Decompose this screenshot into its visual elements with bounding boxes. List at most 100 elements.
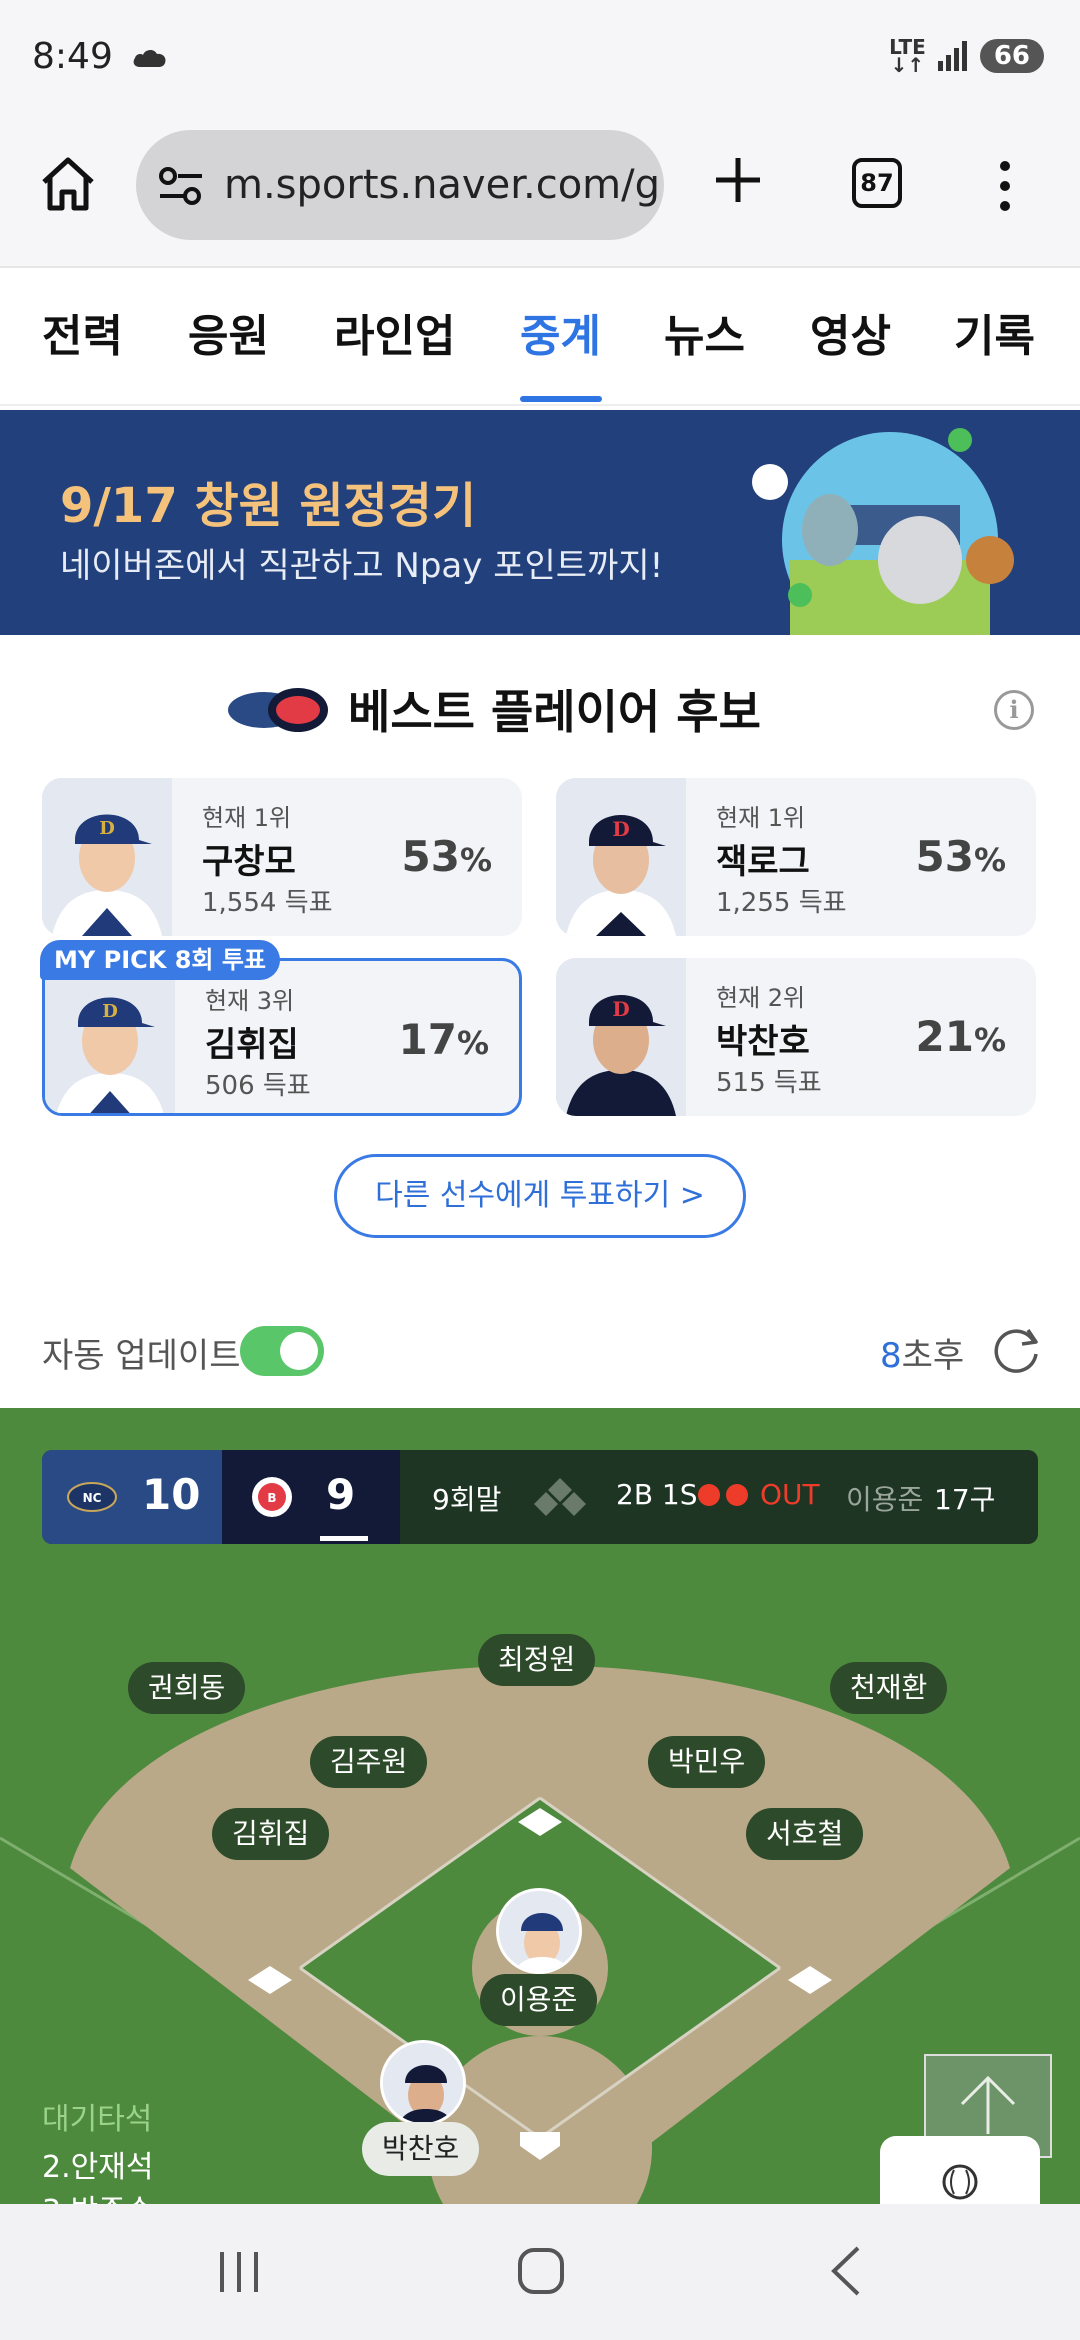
bears-logo: B bbox=[252, 1477, 292, 1517]
banner-title: 9/17 창원 원정경기 bbox=[60, 478, 477, 534]
player-vote-percent: 21% bbox=[915, 1012, 1006, 1061]
status-bar: 8:49 LTE ↓↑ 66 bbox=[0, 0, 1080, 120]
fielder-right[interactable]: 천재환 bbox=[830, 1662, 948, 1714]
tab-cheer[interactable]: 응원 bbox=[188, 300, 269, 364]
best-player-header: 베스트 플레이어 후보 i bbox=[0, 660, 1080, 750]
scoreboard: NC 10 B 9 9회말 2B 1S OUT 이용준 17구 bbox=[42, 1450, 1038, 1544]
bases-icon bbox=[534, 1478, 586, 1516]
player-vote-percent: 53% bbox=[915, 832, 1006, 881]
ball-strike-count: 2B 1S bbox=[616, 1478, 698, 1511]
fielder-left[interactable]: 권희동 bbox=[128, 1662, 246, 1714]
out-dot bbox=[698, 1484, 720, 1506]
fielder-first[interactable]: 서호철 bbox=[746, 1808, 864, 1860]
auto-update-label: 자동 업데이트 bbox=[42, 1336, 241, 1376]
home-icon[interactable] bbox=[38, 154, 98, 214]
back-icon[interactable] bbox=[826, 2244, 866, 2298]
promo-banner[interactable]: 9/17 창원 원정경기 네이버존에서 직관하고 Npay 포인트까지! bbox=[0, 410, 1080, 635]
pitcher-label[interactable]: 이용준 bbox=[480, 1974, 598, 2026]
player-votes: 515 득표 bbox=[716, 1068, 822, 1098]
player-rank: 현재 2위 bbox=[716, 984, 806, 1012]
signal-icon bbox=[937, 41, 967, 71]
system-nav-bar bbox=[0, 2204, 1080, 2340]
pitch-view-button[interactable] bbox=[880, 2136, 1040, 2206]
status-time: 8:49 bbox=[32, 36, 113, 77]
batter-label[interactable]: 박찬호 bbox=[362, 2122, 480, 2176]
toggle-knob bbox=[280, 1332, 318, 1370]
more-vert-icon[interactable] bbox=[990, 156, 1020, 216]
player-photo: D bbox=[556, 778, 686, 936]
refresh-countdown: 8초후 bbox=[880, 1336, 965, 1376]
on-deck-item: 3.박준순 bbox=[42, 2186, 153, 2204]
player-card[interactable]: D 현재 1위 구창모 1,554 득표 53% bbox=[42, 778, 522, 936]
svg-text:D: D bbox=[99, 818, 115, 839]
browser-toolbar: m.sports.naver.com/g 87 bbox=[0, 120, 1080, 268]
refresh-icon[interactable] bbox=[990, 1324, 1042, 1376]
player-vote-percent: 53% bbox=[401, 832, 492, 881]
tab-lineup-strength[interactable]: 전력 bbox=[42, 300, 123, 364]
player-photo: D bbox=[45, 961, 175, 1113]
home-score: 10 bbox=[142, 1470, 201, 1519]
svg-text:B: B bbox=[267, 1491, 276, 1505]
player-name: 구창모 bbox=[202, 842, 296, 882]
on-deck-item: 2.안재석 bbox=[42, 2150, 154, 2185]
on-deck-title: 대기타석 bbox=[42, 2102, 153, 2137]
player-name: 잭로그 bbox=[716, 842, 810, 882]
tab-broadcast[interactable]: 중계 bbox=[520, 300, 601, 364]
svg-text:D: D bbox=[612, 817, 629, 841]
out-label: OUT bbox=[760, 1478, 820, 1511]
info-icon[interactable]: i bbox=[994, 690, 1034, 730]
recent-apps-icon[interactable] bbox=[216, 2248, 262, 2296]
auto-update-row: 자동 업데이트 8초후 bbox=[0, 1310, 1080, 1390]
address-bar[interactable]: m.sports.naver.com/g bbox=[136, 130, 664, 240]
best-player-title: 베스트 플레이어 후보 bbox=[348, 685, 761, 739]
inning-label: 9회말 bbox=[432, 1483, 502, 1516]
tab-video[interactable]: 영상 bbox=[810, 300, 891, 364]
player-rank: 현재 1위 bbox=[202, 804, 292, 832]
batter-photo[interactable] bbox=[380, 2040, 466, 2126]
fielder-center[interactable]: 최정원 bbox=[478, 1634, 596, 1686]
my-pick-badge: MY PICK 8회 투표 bbox=[40, 940, 280, 980]
baseball-icon bbox=[942, 2164, 978, 2200]
tab-lineup[interactable]: 라인업 bbox=[334, 300, 455, 364]
active-tab-indicator bbox=[520, 396, 602, 402]
lte-icon: LTE ↓↑ bbox=[889, 35, 926, 77]
live-field-view: NC 10 B 9 9회말 2B 1S OUT 이용준 17구 최정원 권희동 … bbox=[0, 1408, 1080, 2204]
dinos-logo: NC bbox=[67, 1482, 117, 1512]
player-card-my-pick[interactable]: D 현재 3위 김휘집 506 득표 17% bbox=[42, 958, 522, 1116]
pitch-count: 17구 bbox=[934, 1483, 996, 1516]
current-pitcher: 이용준 bbox=[846, 1483, 924, 1516]
status-icons: LTE ↓↑ 66 bbox=[889, 35, 1044, 77]
scoreboard-home: NC 10 bbox=[42, 1450, 222, 1544]
player-card[interactable]: D 현재 1위 잭로그 1,255 득표 53% bbox=[556, 778, 1036, 936]
battery-icon: 66 bbox=[979, 39, 1044, 73]
player-name: 박찬호 bbox=[716, 1022, 810, 1062]
tab-switcher-button[interactable]: 87 bbox=[852, 158, 902, 208]
game-nav-tabs: 전력 응원 라인업 중계 뉴스 영상 기록 bbox=[0, 270, 1080, 406]
player-card[interactable]: D 현재 2위 박찬호 515 득표 21% bbox=[556, 958, 1036, 1116]
batting-team-indicator bbox=[320, 1536, 368, 1541]
scoreboard-away: B 9 bbox=[222, 1450, 400, 1544]
cloud-icon bbox=[133, 49, 166, 67]
player-rank: 현재 1위 bbox=[716, 804, 806, 832]
fielder-third[interactable]: 김휘집 bbox=[212, 1808, 330, 1860]
url-text: m.sports.naver.com/g bbox=[224, 162, 660, 208]
out-indicators bbox=[698, 1484, 748, 1506]
new-tab-icon[interactable] bbox=[706, 148, 770, 212]
player-name: 김휘집 bbox=[205, 1025, 299, 1065]
site-settings-icon[interactable] bbox=[158, 166, 204, 206]
fielder-second[interactable]: 박민우 bbox=[648, 1736, 766, 1788]
home-nav-icon[interactable] bbox=[516, 2246, 566, 2296]
auto-update-toggle[interactable] bbox=[240, 1326, 324, 1376]
svg-text:D: D bbox=[612, 997, 629, 1021]
pitcher-photo[interactable] bbox=[496, 1888, 582, 1974]
tab-records[interactable]: 기록 bbox=[954, 300, 1035, 364]
svg-text:NC: NC bbox=[83, 1491, 102, 1505]
out-dot bbox=[726, 1484, 748, 1506]
player-photo: D bbox=[556, 958, 686, 1116]
tab-news[interactable]: 뉴스 bbox=[664, 300, 745, 364]
svg-text:D: D bbox=[102, 1001, 118, 1022]
player-rank: 현재 3위 bbox=[205, 987, 295, 1015]
vote-other-player-button[interactable]: 다른 선수에게 투표하기 > bbox=[334, 1154, 746, 1238]
player-vote-percent: 17% bbox=[398, 1015, 489, 1064]
fielder-shortstop[interactable]: 김주원 bbox=[310, 1736, 428, 1788]
